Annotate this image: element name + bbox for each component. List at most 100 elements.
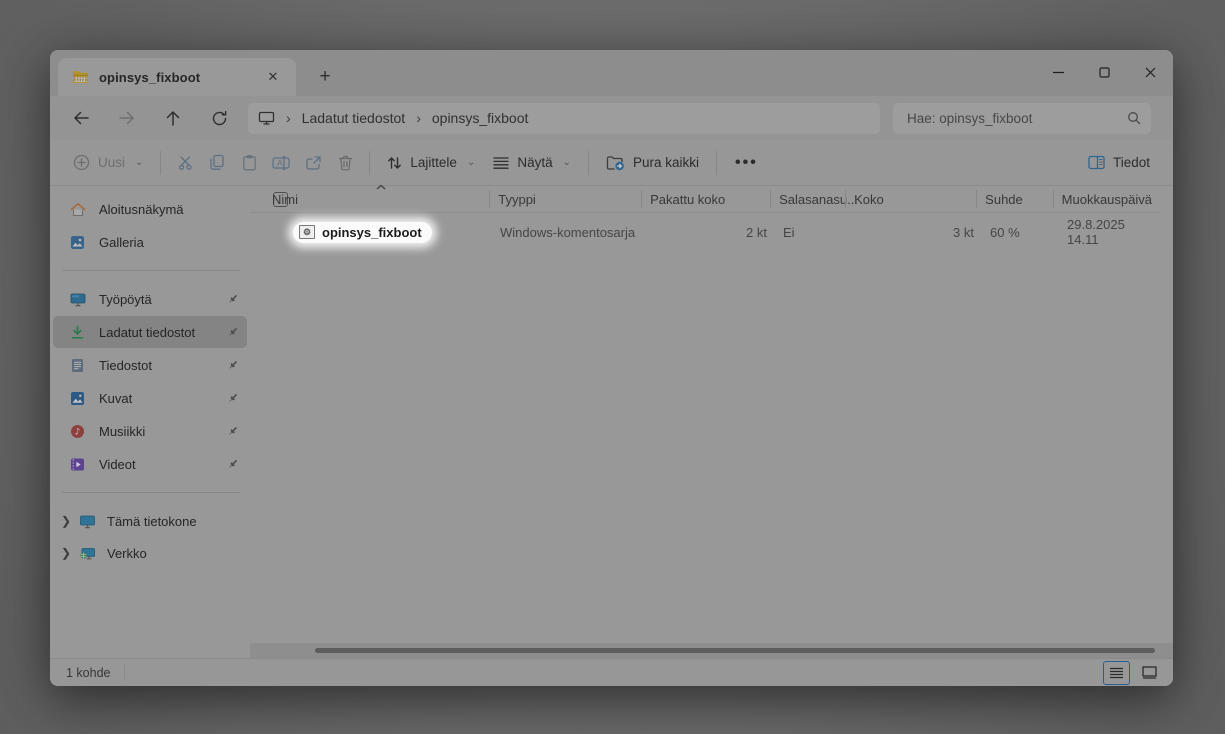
toolbar-separator [160, 151, 161, 175]
sidebar-item-label: Ladatut tiedostot [99, 325, 227, 340]
chevron-down-icon: ⌄ [135, 157, 143, 168]
horizontal-scrollbar-thumb[interactable] [315, 648, 1155, 653]
file-list: Nimi Tyyppi Pakattu koko Salasanasu... K… [250, 186, 1160, 658]
batch-file-icon: ⚙ [299, 225, 315, 239]
column-header-password[interactable]: Salasanasu... [771, 186, 846, 212]
new-tab-button[interactable]: + [308, 60, 342, 94]
paste-button[interactable] [233, 146, 265, 180]
details-pane-icon [1088, 155, 1105, 170]
extract-all-label: Pura kaikki [633, 155, 699, 170]
details-pane-button[interactable]: Tiedot [1079, 146, 1159, 180]
sidebar-item-pictures[interactable]: Kuvat [53, 382, 247, 414]
close-button[interactable] [1127, 50, 1173, 94]
sidebar-item-videos[interactable]: Videot [53, 448, 247, 480]
more-options-button[interactable]: ••• [725, 154, 768, 172]
column-header-packed-size[interactable]: Pakattu koko [642, 186, 771, 212]
breadcrumb-downloads[interactable]: Ladatut tiedostot [302, 110, 406, 126]
column-header-type[interactable]: Tyyppi [490, 186, 642, 212]
column-header-size[interactable]: Koko [846, 186, 977, 212]
search-input[interactable] [907, 111, 1127, 126]
extract-all-button[interactable]: Pura kaikki [597, 146, 708, 180]
cut-button[interactable] [169, 146, 201, 180]
sidebar-item-this-pc[interactable]: ❯ Tämä tietokone [50, 505, 250, 537]
file-name: opinsys_fixboot [322, 225, 422, 240]
details-view-button[interactable] [1103, 661, 1130, 685]
pin-icon [227, 293, 239, 305]
view-button-label: Näytä [517, 155, 552, 170]
minimize-button[interactable] [1035, 50, 1081, 94]
breadcrumb-chevron-icon: › [414, 110, 423, 126]
this-pc-icon [78, 514, 96, 529]
file-size: 3 kt [850, 225, 982, 240]
address-bar[interactable]: › Ladatut tiedostot › opinsys_fixboot [248, 103, 880, 134]
sidebar-item-label: Tämä tietokone [107, 514, 197, 529]
chevron-down-icon: ⌄ [467, 157, 475, 168]
item-count: 1 kohde [50, 666, 124, 680]
copy-button[interactable] [201, 146, 233, 180]
desktop-location-icon[interactable] [258, 110, 275, 126]
svg-text:♪: ♪ [75, 427, 81, 437]
search-box[interactable] [893, 103, 1151, 134]
sidebar-item-music[interactable]: ♪ Musiikki [53, 415, 247, 447]
sidebar-item-documents[interactable]: Tiedostot [53, 349, 247, 381]
status-divider [124, 665, 125, 681]
sidebar-divider [62, 270, 240, 271]
sidebar-item-network[interactable]: ❯ Verkko [50, 537, 250, 569]
sidebar-item-downloads[interactable]: Ladatut tiedostot [53, 316, 247, 348]
sidebar: Aloitusnäkymä Galleria Työpöytä [50, 186, 250, 658]
view-button[interactable]: Näytä ⌄ [484, 146, 580, 180]
share-button[interactable] [297, 146, 329, 180]
sidebar-item-label: Kuvat [99, 391, 227, 406]
sort-button-label: Lajittele [410, 155, 457, 170]
file-packed-size: 2 kt [645, 225, 775, 240]
home-icon [69, 202, 86, 217]
table-row[interactable]: ⚙ opinsys_fixboot Windows-komentosarja 2… [250, 218, 1160, 246]
delete-button[interactable] [329, 146, 361, 180]
column-header-modified[interactable]: Muokkauspäivä [1054, 186, 1160, 212]
up-button[interactable] [158, 103, 188, 133]
new-button-label: Uusi [98, 155, 125, 170]
gallery-icon [69, 235, 86, 250]
expand-chevron-icon[interactable]: ❯ [58, 514, 74, 528]
pin-icon [227, 359, 239, 371]
extract-folder-icon [606, 155, 625, 171]
highlighted-file[interactable]: ⚙ opinsys_fixboot [293, 222, 432, 243]
toolbar-separator [588, 151, 589, 175]
sidebar-item-label: Musiikki [99, 424, 227, 439]
tab-opinsys-fixboot[interactable]: opinsys_fixboot ✕ [58, 58, 296, 96]
pin-icon [227, 425, 239, 437]
tab-bar: opinsys_fixboot ✕ + [50, 50, 1173, 96]
command-toolbar: Uusi ⌄ A Lajittele ⌄ [50, 140, 1173, 186]
plus-circle-icon [73, 154, 90, 171]
rename-button[interactable]: A [265, 146, 297, 180]
refresh-button[interactable] [204, 103, 234, 133]
sort-button[interactable]: Lajittele ⌄ [378, 146, 484, 180]
download-icon [69, 325, 86, 340]
status-bar: 1 kohde [50, 658, 1173, 686]
sidebar-item-label: Työpöytä [99, 292, 227, 307]
sidebar-item-label: Galleria [99, 235, 239, 250]
videos-icon [69, 457, 86, 472]
view-toggles [1103, 661, 1173, 685]
screen-background: { "window": { "tab": { "title": "opinsys… [0, 0, 1225, 734]
tab-close-icon[interactable]: ✕ [260, 64, 286, 90]
back-button[interactable] [66, 103, 96, 133]
forward-button[interactable] [112, 103, 142, 133]
column-header-name[interactable]: Nimi [250, 186, 490, 212]
sidebar-item-desktop[interactable]: Työpöytä [53, 283, 247, 315]
large-icons-view-button[interactable] [1136, 661, 1163, 685]
breadcrumb-current-folder[interactable]: opinsys_fixboot [432, 110, 529, 126]
new-button[interactable]: Uusi ⌄ [64, 146, 152, 180]
column-header-ratio[interactable]: Suhde [977, 186, 1053, 212]
desktop-icon [69, 292, 86, 307]
music-icon: ♪ [69, 424, 86, 439]
pin-icon [227, 326, 239, 338]
file-modified: 29.8.2025 14.11 [1059, 217, 1160, 247]
breadcrumb-chevron-icon: › [284, 110, 293, 126]
expand-chevron-icon[interactable]: ❯ [58, 546, 74, 560]
sidebar-item-gallery[interactable]: Galleria [53, 226, 247, 258]
file-type: Windows-komentosarja [492, 225, 645, 240]
sidebar-item-label: Tiedostot [99, 358, 227, 373]
sidebar-item-home[interactable]: Aloitusnäkymä [53, 193, 247, 225]
maximize-button[interactable] [1081, 50, 1127, 94]
